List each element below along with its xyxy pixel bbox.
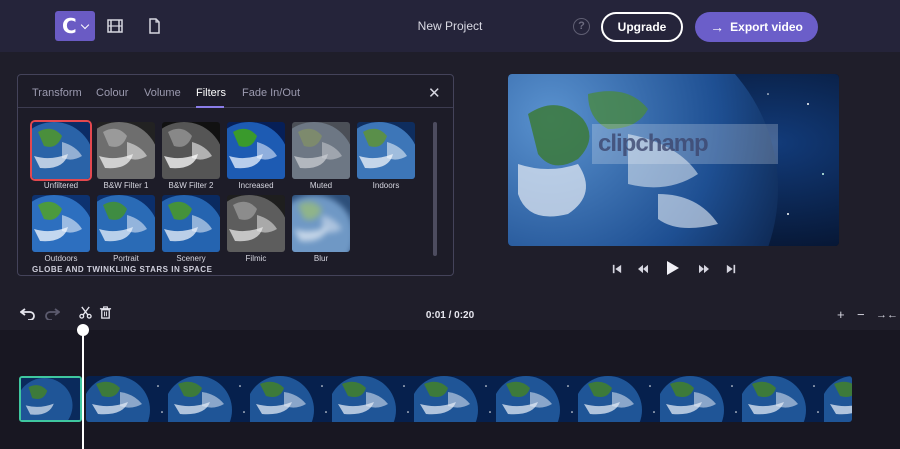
filter-label: Portrait xyxy=(113,254,139,263)
tab-colour[interactable]: Colour xyxy=(96,87,128,99)
filter-preview-image xyxy=(32,122,90,179)
editor-app: C New Project ? Upgrade → Export video T… xyxy=(0,0,900,449)
filter-label: B&W Filter 2 xyxy=(168,181,214,190)
filter-label: Indoors xyxy=(372,181,400,190)
filter-preview-image xyxy=(292,195,350,252)
clip-frame xyxy=(86,376,168,422)
video-preview[interactable]: clipchamp xyxy=(508,74,839,246)
panel-scrollbar[interactable] xyxy=(433,122,437,256)
timeline-toolbar xyxy=(0,300,900,330)
close-icon[interactable]: ✕ xyxy=(428,84,441,102)
filter-label: Increased xyxy=(238,181,274,190)
filters-panel: Transform Colour Volume Filters Fade In/… xyxy=(17,74,454,276)
filter-preview-image xyxy=(227,122,285,179)
filter-thumb-unfiltered[interactable] xyxy=(32,122,90,179)
undo-icon[interactable] xyxy=(19,306,36,323)
tab-fade[interactable]: Fade In/Out xyxy=(242,87,300,99)
clip-frame xyxy=(578,376,660,422)
filter-preview-image xyxy=(162,122,220,179)
upgrade-button[interactable]: Upgrade xyxy=(601,12,683,42)
filter-thumb-scenery[interactable] xyxy=(162,195,220,252)
rewind-icon[interactable] xyxy=(636,262,650,276)
zoom-in-icon[interactable]: + xyxy=(837,307,845,322)
clip-frame xyxy=(496,376,578,422)
filter-preview-image xyxy=(97,195,155,252)
top-bar: C New Project ? Upgrade → Export video xyxy=(0,0,900,52)
skip-start-icon[interactable] xyxy=(611,262,623,276)
clip-frame xyxy=(168,376,250,422)
filter-preview-image xyxy=(357,122,415,179)
filter-label: Filmic xyxy=(245,254,267,263)
filter-preview-image xyxy=(227,195,285,252)
filter-label: Muted xyxy=(309,181,333,190)
filter-thumb-increased[interactable] xyxy=(227,122,285,179)
document-icon[interactable] xyxy=(145,17,163,35)
media-library-icon[interactable] xyxy=(106,17,124,35)
playhead-handle[interactable] xyxy=(77,324,89,336)
watermark: clipchamp xyxy=(592,124,778,164)
clip-frame xyxy=(824,376,852,422)
filter-preview-image xyxy=(97,122,155,179)
export-video-button[interactable]: → Export video xyxy=(695,12,818,42)
zoom-out-icon[interactable]: − xyxy=(857,307,865,322)
fit-timeline-icon[interactable]: →← xyxy=(876,309,898,321)
filter-preview-image xyxy=(32,195,90,252)
fast-forward-icon[interactable] xyxy=(697,262,711,276)
filter-thumb-b-w-filter-2[interactable] xyxy=(162,122,220,179)
split-scissors-icon[interactable] xyxy=(79,306,92,322)
filter-thumb-muted[interactable] xyxy=(292,122,350,179)
help-icon[interactable]: ? xyxy=(573,18,590,35)
skip-end-icon[interactable] xyxy=(725,262,737,276)
filter-label: Scenery xyxy=(176,254,206,263)
filter-thumb-portrait[interactable] xyxy=(97,195,155,252)
selected-clip-segment[interactable] xyxy=(19,376,82,422)
filter-thumb-filmic[interactable] xyxy=(227,195,285,252)
filter-label: Blur xyxy=(313,254,329,263)
panel-tabs: Transform Colour Volume Filters Fade In/… xyxy=(18,75,453,108)
tab-transform[interactable]: Transform xyxy=(32,87,82,99)
tab-volume[interactable]: Volume xyxy=(144,87,181,99)
filter-label: B&W Filter 1 xyxy=(103,181,149,190)
clip-caption: GLOBE AND TWINKLING STARS IN SPACE xyxy=(32,265,213,274)
active-tab-indicator xyxy=(196,106,224,108)
filter-thumb-b-w-filter-1[interactable] xyxy=(97,122,155,179)
filter-label: Outdoors xyxy=(44,254,78,263)
filter-preview-image xyxy=(162,195,220,252)
app-menu-button[interactable]: C xyxy=(55,11,95,41)
filter-label: Unfiltered xyxy=(43,181,79,190)
logo-letter: C xyxy=(62,14,77,38)
clip-frame xyxy=(250,376,332,422)
arrow-right-icon: → xyxy=(710,19,725,35)
clip-frame xyxy=(414,376,496,422)
tab-filters[interactable]: Filters xyxy=(196,87,226,99)
clip-frame xyxy=(742,376,824,422)
video-clip-strip[interactable] xyxy=(86,376,852,422)
clip-frame xyxy=(660,376,742,422)
playhead xyxy=(82,330,84,449)
clip-frame xyxy=(332,376,414,422)
filter-thumb-outdoors[interactable] xyxy=(32,195,90,252)
trash-icon[interactable] xyxy=(99,306,112,322)
filter-thumb-blur[interactable] xyxy=(292,195,350,252)
clip-thumbnail xyxy=(21,378,80,420)
redo-icon[interactable] xyxy=(44,306,61,323)
filter-thumb-indoors[interactable] xyxy=(357,122,415,179)
filter-preview-image xyxy=(292,122,350,179)
export-label: Export video xyxy=(730,20,803,34)
chevron-down-icon xyxy=(80,20,89,29)
play-icon[interactable] xyxy=(665,259,681,277)
